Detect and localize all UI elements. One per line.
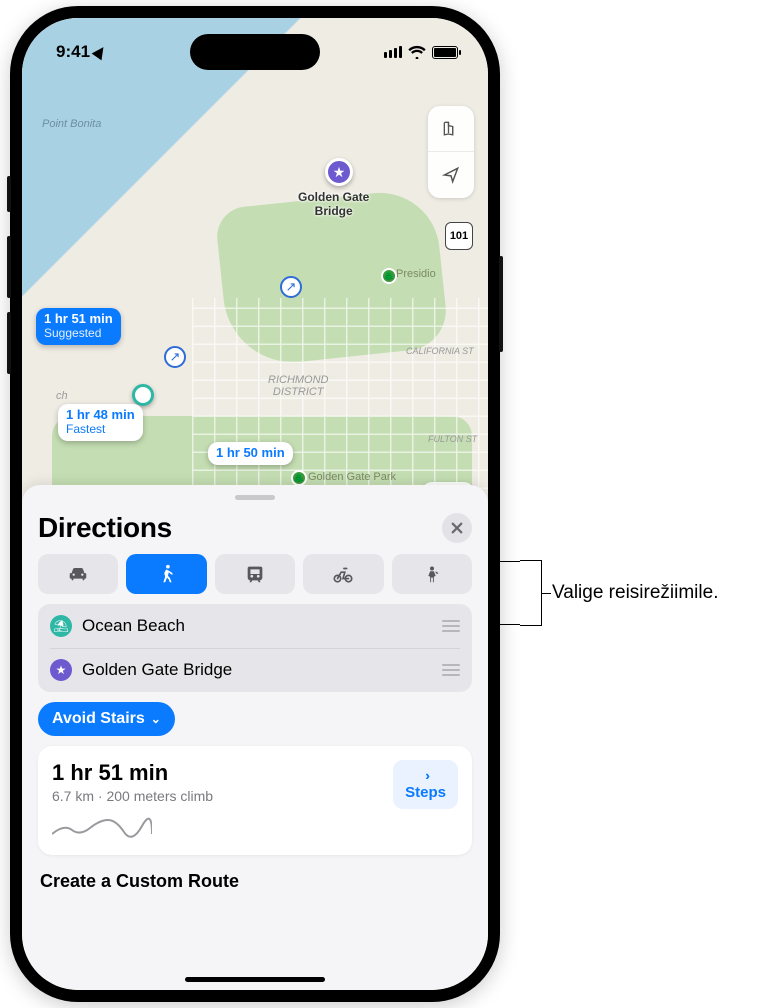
turn-marker-icon: ↗ <box>164 346 186 368</box>
car-icon <box>67 563 89 585</box>
directions-sheet[interactable]: Directions <box>22 485 488 990</box>
reorder-handle-icon[interactable] <box>442 620 460 632</box>
origin-pin[interactable] <box>132 384 154 406</box>
dynamic-island <box>190 34 320 70</box>
map-label: CALIFORNIA ST <box>406 346 474 356</box>
waypoint-start[interactable]: ⛱ Ocean Beach <box>50 604 460 648</box>
route-options-chip[interactable]: Avoid Stairs ⌄ <box>38 702 175 736</box>
map-label: RICHMOND DISTRICT <box>268 374 329 398</box>
route-label-alt[interactable]: 1 hr 50 min <box>208 442 293 465</box>
map-label: FULTON ST <box>428 434 477 444</box>
walk-icon <box>156 563 178 585</box>
end-pin-icon: ★ <box>50 659 72 681</box>
map-label: ch <box>56 390 68 402</box>
side-button <box>7 176 11 212</box>
turn-marker-icon: ↗ <box>280 276 302 298</box>
route-label-fastest[interactable]: 1 hr 48 min Fastest <box>58 404 143 441</box>
mode-rideshare[interactable] <box>392 554 472 594</box>
volume-down-button <box>7 312 11 374</box>
battery-icon <box>432 46 458 59</box>
destination-pin[interactable]: ★ <box>325 158 353 186</box>
close-icon <box>451 522 463 534</box>
destination-label: Golden Gate Bridge <box>298 190 369 218</box>
locate-me-button[interactable] <box>428 152 474 198</box>
highway-shield: 101 <box>445 222 473 250</box>
mode-cycling[interactable] <box>303 554 383 594</box>
bike-icon <box>332 563 354 585</box>
annotation-callout: Valige reisirežiimile. <box>520 560 718 626</box>
mode-driving[interactable] <box>38 554 118 594</box>
close-button[interactable] <box>442 513 472 543</box>
steps-button[interactable]: ›› Steps <box>393 760 458 809</box>
reorder-handle-icon[interactable] <box>442 664 460 676</box>
chevron-right-double-icon: ›› <box>425 768 426 783</box>
park-poi-icon: 🌲 <box>291 470 307 486</box>
volume-up-button <box>7 236 11 298</box>
park-poi-icon: 🌲 <box>381 268 397 284</box>
map-controls <box>428 106 474 198</box>
sheet-grabber[interactable] <box>235 495 275 500</box>
elevation-profile <box>52 810 152 840</box>
status-time: 9:41 <box>56 42 90 62</box>
route-label-suggested[interactable]: 1 hr 51 min Suggested <box>36 308 121 345</box>
home-indicator[interactable] <box>185 977 325 982</box>
location-services-icon <box>92 44 109 61</box>
travel-mode-selector <box>38 554 472 594</box>
chevron-down-icon: ⌄ <box>151 712 161 726</box>
waypoint-end[interactable]: ★ Golden Gate Bridge <box>50 648 460 692</box>
map-layers-button[interactable] <box>428 106 474 152</box>
route-time: 1 hr 51 min <box>52 760 213 786</box>
map-label: Golden Gate Park <box>308 471 396 483</box>
cellular-icon <box>384 46 402 58</box>
power-button <box>499 256 503 352</box>
map-label: Presidio <box>396 268 436 280</box>
waypoints-list: ⛱ Ocean Beach ★ Golden Gate Bridge <box>38 604 472 692</box>
transit-icon <box>244 563 266 585</box>
device-frame: 9:41 Point Bonita Presidio RICHMOND DIST… <box>10 6 500 1002</box>
route-card[interactable]: 1 hr 51 min 6.7 km · 200 meters climb ››… <box>38 746 472 855</box>
screen: 9:41 Point Bonita Presidio RICHMOND DIST… <box>22 18 488 990</box>
sheet-title: Directions <box>38 512 172 544</box>
wifi-icon <box>408 45 426 59</box>
map-view[interactable]: Point Bonita Presidio RICHMOND DISTRICT … <box>22 18 488 543</box>
rideshare-icon <box>421 563 443 585</box>
mode-walking[interactable] <box>126 554 206 594</box>
map-label: Point Bonita <box>42 118 101 130</box>
start-pin-icon: ⛱ <box>50 615 72 637</box>
mode-transit[interactable] <box>215 554 295 594</box>
create-custom-route[interactable]: Create a Custom Route <box>38 865 472 892</box>
route-subtitle: 6.7 km · 200 meters climb <box>52 788 213 804</box>
